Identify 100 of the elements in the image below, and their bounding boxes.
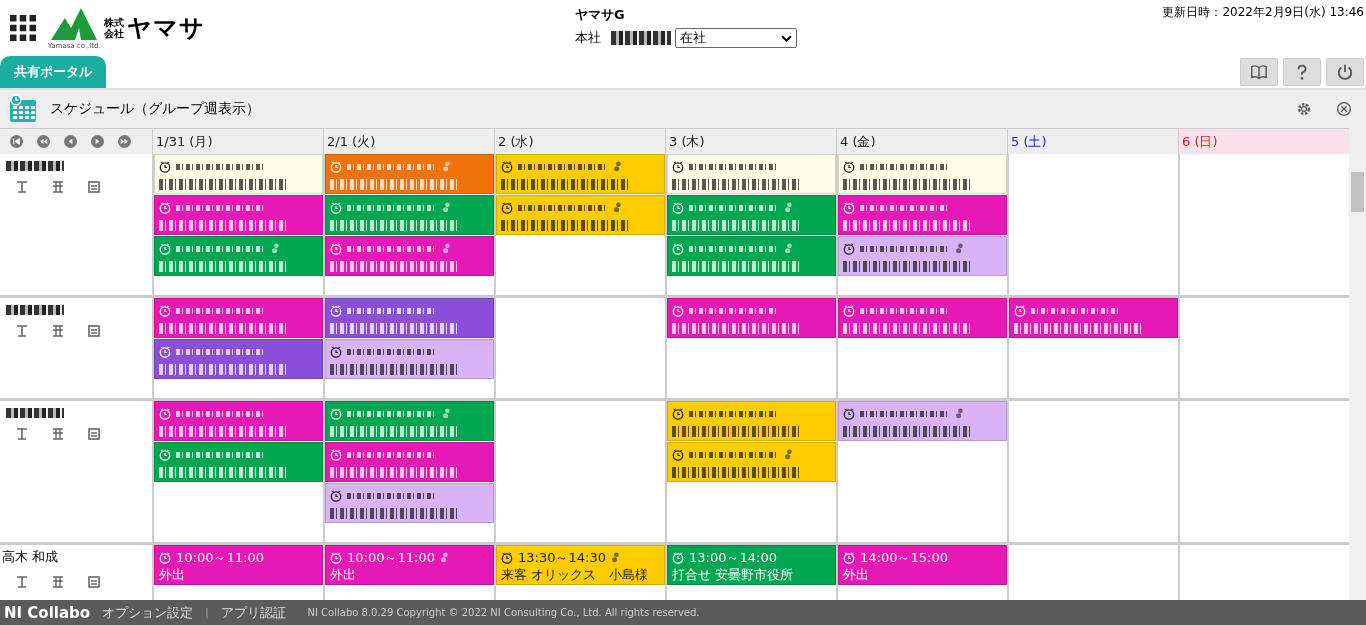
fast-forward-icon[interactable] <box>118 135 131 148</box>
schedule-event[interactable] <box>325 442 494 482</box>
clock-icon <box>159 242 171 255</box>
day-view-icon[interactable] <box>16 325 28 337</box>
event-time: 14:00～15:00 <box>860 548 948 567</box>
logout-button[interactable] <box>1326 58 1364 86</box>
month-view-icon[interactable] <box>88 428 100 440</box>
schedule-event[interactable] <box>325 154 494 194</box>
schedule-event[interactable] <box>325 339 494 379</box>
clock-icon <box>672 242 684 255</box>
logo-text: 会社 <box>103 28 124 39</box>
clock-icon <box>159 160 171 173</box>
clock-icon <box>159 304 171 317</box>
footer-link[interactable]: オプション設定 <box>102 603 194 622</box>
clock-icon <box>843 201 855 214</box>
clock-icon <box>330 448 342 461</box>
clock-icon <box>330 345 342 358</box>
schedule-event[interactable] <box>838 154 1007 194</box>
schedule-event[interactable]: 14:00～15:00 外出 <box>838 545 1007 585</box>
schedule-event[interactable]: 13:30～14:30 来客 オリックス 小島様 <box>496 545 665 585</box>
day-view-icon[interactable] <box>16 428 28 440</box>
schedule-event[interactable] <box>667 298 836 338</box>
schedule-event[interactable] <box>325 236 494 276</box>
schedule-event[interactable]: 13:00～14:00 打合せ 安曇野市役所 <box>667 545 836 585</box>
schedule-event[interactable] <box>1009 298 1178 338</box>
portal-tab[interactable]: 共有ポータル <box>0 56 106 88</box>
clock-icon <box>672 160 684 173</box>
day-view-icon[interactable] <box>16 576 28 588</box>
manual-button[interactable] <box>1240 58 1278 86</box>
book-icon <box>1250 63 1268 81</box>
next-icon[interactable] <box>91 135 104 148</box>
clock-icon <box>672 304 684 317</box>
clock-icon <box>1014 304 1026 317</box>
schedule-event[interactable] <box>667 236 836 276</box>
status-select[interactable]: 在社 <box>675 28 797 48</box>
schedule-event[interactable] <box>154 154 323 194</box>
clock-icon <box>330 551 342 564</box>
schedule-event[interactable] <box>154 339 323 379</box>
schedule-event[interactable] <box>325 298 494 338</box>
blurred-name <box>611 31 671 45</box>
people-icon <box>784 202 793 213</box>
help-button[interactable] <box>1283 58 1321 86</box>
people-icon <box>784 449 793 460</box>
clock-icon <box>159 201 171 214</box>
calendar-icon <box>8 94 38 124</box>
schedule-event[interactable] <box>496 195 665 235</box>
event-title: 外出 <box>159 566 186 583</box>
schedule-event[interactable] <box>667 154 836 194</box>
settings-icon[interactable] <box>1296 101 1312 117</box>
schedule-event[interactable] <box>838 401 1007 441</box>
schedule-event[interactable] <box>154 401 323 441</box>
logo-text: 株式 <box>103 17 124 28</box>
clock-icon <box>330 489 342 502</box>
month-view-icon[interactable] <box>88 325 100 337</box>
schedule-event[interactable]: 10:00～11:00 外出 <box>154 545 323 585</box>
week-view-icon[interactable] <box>52 576 64 588</box>
schedule-event[interactable] <box>154 236 323 276</box>
close-icon[interactable] <box>1336 101 1352 117</box>
footer-link[interactable]: アプリ認証 <box>220 603 286 622</box>
schedule-event[interactable] <box>325 483 494 523</box>
month-view-icon[interactable] <box>88 576 100 588</box>
schedule-event[interactable] <box>325 401 494 441</box>
schedule-event[interactable] <box>154 298 323 338</box>
schedule-event[interactable] <box>667 401 836 441</box>
member-name[interactable]: 高木 和成 <box>2 549 59 564</box>
schedule-event[interactable]: 10:00～11:00 外出 <box>325 545 494 585</box>
clock-icon <box>843 160 855 173</box>
month-view-icon[interactable] <box>88 181 100 193</box>
caret-icon <box>781 34 792 42</box>
link-separator: | <box>205 607 209 618</box>
people-icon <box>784 243 793 254</box>
clock-icon <box>501 201 513 214</box>
power-icon <box>1336 63 1354 81</box>
week-view-icon[interactable] <box>52 325 64 337</box>
schedule-event[interactable] <box>838 195 1007 235</box>
week-view-icon[interactable] <box>52 181 64 193</box>
first-icon[interactable] <box>10 135 23 148</box>
app-grid-icon[interactable] <box>10 15 36 41</box>
day-header: 6 (日) <box>1178 129 1349 154</box>
people-icon <box>271 243 280 254</box>
people-icon <box>442 202 451 213</box>
previous-icon[interactable] <box>64 135 77 148</box>
people-icon <box>955 408 964 419</box>
schedule-event[interactable] <box>325 195 494 235</box>
group-name: ヤマサG <box>575 6 626 24</box>
schedule-event[interactable] <box>838 236 1007 276</box>
schedule-event[interactable] <box>496 154 665 194</box>
schedule-event[interactable] <box>838 298 1007 338</box>
rewind-icon[interactable] <box>37 135 50 148</box>
schedule-event[interactable] <box>667 442 836 482</box>
schedule-event[interactable] <box>154 442 323 482</box>
people-icon <box>613 161 622 172</box>
week-view-icon[interactable] <box>52 428 64 440</box>
clock-icon <box>330 242 342 255</box>
clock-icon <box>159 448 171 461</box>
scrollbar-thumb[interactable] <box>1351 172 1364 212</box>
schedule-event[interactable] <box>667 195 836 235</box>
clock-icon <box>843 242 855 255</box>
schedule-event[interactable] <box>154 195 323 235</box>
day-view-icon[interactable] <box>16 181 28 193</box>
